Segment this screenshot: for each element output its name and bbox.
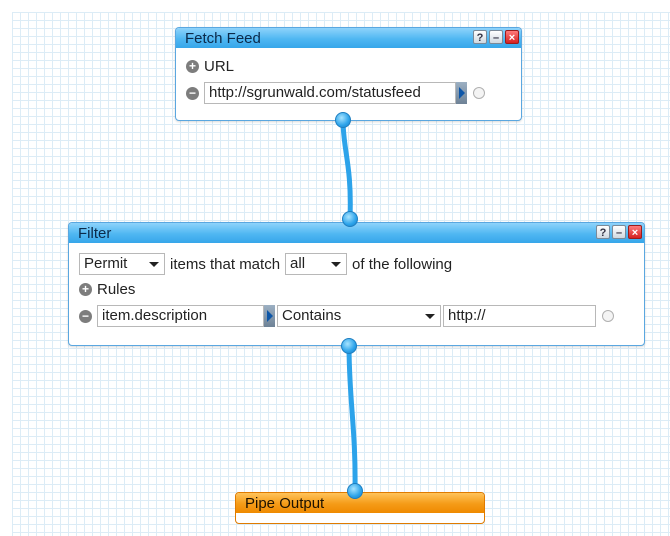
chevron-down-icon [331, 261, 342, 267]
rule-value-terminal-icon[interactable] [602, 310, 614, 322]
filter-title: Filter [78, 225, 112, 242]
filter-module[interactable]: Filter ? – × Permit items that match all… [68, 222, 645, 346]
filter-input-terminal[interactable] [342, 211, 358, 227]
rules-label: Rules [97, 281, 136, 298]
url-input-terminal-icon[interactable] [473, 87, 485, 99]
permit-select[interactable]: Permit [79, 253, 165, 275]
help-button[interactable]: ? [473, 30, 487, 44]
rule-value-input[interactable]: http:// [443, 305, 596, 327]
remove-url-icon[interactable]: − [186, 86, 199, 100]
remove-rule-icon[interactable]: − [79, 309, 92, 323]
close-button[interactable]: × [505, 30, 519, 44]
chevron-down-icon [149, 261, 159, 267]
help-button[interactable]: ? [596, 225, 610, 239]
close-button[interactable]: × [628, 225, 642, 239]
fetch-feed-titlebar[interactable]: Fetch Feed ? – × [176, 28, 521, 48]
operator-select-value: Contains [282, 307, 342, 324]
fetch-feed-module[interactable]: Fetch Feed ? – × + URL − http://sgrunwal… [175, 27, 522, 121]
rule-field-terminal-arrow-icon[interactable] [264, 305, 275, 327]
url-input[interactable]: http://sgrunwald.com/statusfeed [204, 82, 456, 104]
add-rule-icon[interactable]: + [79, 283, 92, 296]
permit-select-value: Permit [84, 255, 128, 272]
add-url-icon[interactable]: + [186, 60, 199, 73]
items-match-text: items that match [170, 255, 281, 273]
fetch-feed-output-terminal[interactable] [335, 112, 351, 128]
operator-select[interactable]: Contains [277, 305, 441, 327]
url-label: URL [204, 58, 235, 75]
match-select-value: all [290, 255, 306, 272]
match-select[interactable]: all [285, 253, 348, 275]
filter-output-terminal[interactable] [341, 338, 357, 354]
minimize-button[interactable]: – [612, 225, 626, 239]
of-the-following-text: of the following [352, 255, 453, 273]
minimize-button[interactable]: – [489, 30, 503, 44]
url-terminal-arrow-icon[interactable] [456, 82, 467, 104]
pipe-output-input-terminal[interactable] [347, 483, 363, 499]
filter-titlebar[interactable]: Filter ? – × [69, 223, 644, 243]
fetch-feed-title: Fetch Feed [185, 30, 261, 47]
rule-field-input[interactable]: item.description [97, 305, 264, 327]
pipe-output-title: Pipe Output [245, 495, 325, 512]
chevron-down-icon [425, 313, 435, 319]
